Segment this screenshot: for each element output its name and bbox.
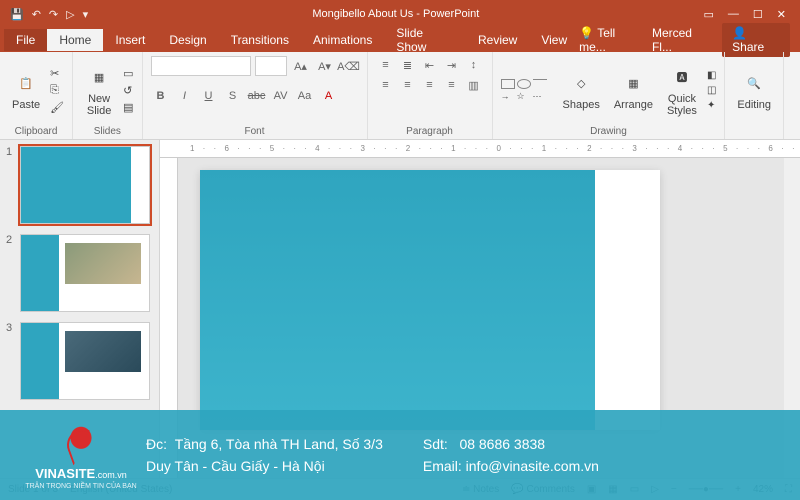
tab-transitions[interactable]: Transitions: [219, 29, 301, 51]
reset-icon[interactable]: ↺: [123, 84, 133, 97]
window-title: Mongibello About Us - PowerPoint: [88, 8, 703, 20]
shadow-button[interactable]: S: [223, 86, 243, 106]
shape-fill-icon[interactable]: ◧: [707, 70, 716, 81]
new-slide-button[interactable]: ▦ New Slide: [81, 61, 117, 119]
tab-file[interactable]: File: [4, 29, 47, 51]
shrink-font-icon[interactable]: A▾: [315, 56, 335, 76]
ribbon: 📋 Paste ✂ ⎘ 🖌 Clipboard ▦ New Slide ▭ ↺ …: [0, 52, 800, 140]
clipboard-icon: 📋: [12, 69, 40, 97]
group-editing: 🔍 Editing: [725, 52, 784, 139]
align-right-icon[interactable]: ≡: [420, 76, 440, 94]
font-size-input[interactable]: [255, 56, 287, 76]
justify-icon[interactable]: ≡: [442, 76, 462, 94]
thumb-number: 3: [6, 322, 16, 400]
close-icon[interactable]: ✕: [777, 8, 786, 21]
increase-indent-icon[interactable]: ⇥: [442, 56, 462, 74]
shape-oval-icon[interactable]: [517, 79, 531, 89]
slide-canvas[interactable]: [200, 170, 660, 430]
underline-button[interactable]: U: [199, 86, 219, 106]
tab-insert[interactable]: Insert: [103, 29, 157, 51]
horizontal-ruler: 1 · · 6 · · · 5 · · · 4 · · · 3 · · · 2 …: [160, 140, 800, 158]
tab-animations[interactable]: Animations: [301, 29, 384, 51]
grow-font-icon[interactable]: A▴: [291, 56, 311, 76]
vinasite-logo: VINASITE.com.vn TRÂN TRỌNG NIỀM TIN CỦA …: [16, 421, 146, 490]
font-family-input[interactable]: [151, 56, 251, 76]
align-left-icon[interactable]: ≡: [376, 76, 396, 94]
group-slides: ▦ New Slide ▭ ↺ ▤ Slides: [73, 52, 142, 139]
thumb-number: 2: [6, 234, 16, 312]
shape-effects-icon[interactable]: ✦: [707, 100, 716, 111]
shape-star-icon[interactable]: ☆: [517, 91, 531, 102]
quick-styles-icon: 🅰: [668, 63, 696, 91]
format-painter-icon[interactable]: 🖌: [50, 101, 64, 114]
paste-button[interactable]: 📋 Paste: [8, 67, 44, 113]
group-drawing: → ☆ ⋯ ◇Shapes ▦Arrange 🅰Quick Styles ◧ ◫…: [493, 52, 726, 139]
arrange-button[interactable]: ▦Arrange: [610, 67, 657, 113]
menu-bar: File Home Insert Design Transitions Anim…: [0, 28, 800, 52]
arrange-icon: ▦: [619, 69, 647, 97]
tab-review[interactable]: Review: [466, 29, 529, 51]
shapes-icon: ◇: [567, 69, 595, 97]
save-icon[interactable]: 💾: [10, 8, 24, 21]
clear-format-icon[interactable]: A⌫: [339, 56, 359, 76]
align-center-icon[interactable]: ≡: [398, 76, 418, 94]
char-spacing-button[interactable]: AV: [271, 86, 291, 106]
maximize-icon[interactable]: ☐: [753, 8, 763, 21]
undo-icon[interactable]: ↶: [32, 8, 41, 21]
watermark-overlay: VINASITE.com.vn TRÂN TRỌNG NIỀM TIN CỦA …: [0, 410, 800, 500]
shape-arrow-icon[interactable]: →: [501, 91, 515, 102]
redo-icon[interactable]: ↷: [49, 8, 58, 21]
tab-home[interactable]: Home: [47, 29, 103, 51]
thumbnail-1[interactable]: [20, 146, 150, 224]
start-icon[interactable]: ▷: [66, 8, 74, 21]
editing-button[interactable]: 🔍 Editing: [733, 67, 775, 113]
tell-me[interactable]: 💡 Tell me...: [579, 26, 642, 54]
bullets-icon[interactable]: ≡: [376, 56, 396, 74]
quick-access-toolbar: 💾 ↶ ↷ ▷ ▾: [0, 8, 88, 21]
window-controls: ▭ — ☐ ✕: [704, 8, 800, 21]
decrease-indent-icon[interactable]: ⇤: [420, 56, 440, 74]
section-icon[interactable]: ▤: [123, 101, 133, 114]
tab-design[interactable]: Design: [157, 29, 218, 51]
numbering-icon[interactable]: ≣: [398, 56, 418, 74]
layout-icon[interactable]: ▭: [123, 67, 133, 80]
shape-outline-icon[interactable]: ◫: [707, 85, 716, 96]
font-color-icon[interactable]: A: [319, 86, 339, 106]
tab-view[interactable]: View: [529, 29, 579, 51]
strike-button[interactable]: abc: [247, 86, 267, 106]
thumb-number: 1: [6, 146, 16, 224]
italic-button[interactable]: I: [175, 86, 195, 106]
slide-shape[interactable]: [200, 170, 595, 430]
shape-line-icon[interactable]: [533, 79, 547, 89]
line-spacing-icon[interactable]: ↕: [464, 56, 484, 74]
group-font: A▴ A▾ A⌫ B I U S abc AV Aa A Font: [143, 52, 368, 139]
address-block: Đc: Tầng 6, Tòa nhà TH Land, Số 3/3 Duy …: [146, 433, 383, 478]
cut-icon[interactable]: ✂: [50, 67, 64, 80]
change-case-icon[interactable]: Aa: [295, 86, 315, 106]
find-icon: 🔍: [740, 69, 768, 97]
minimize-icon[interactable]: —: [728, 8, 739, 21]
bold-button[interactable]: B: [151, 86, 171, 106]
quick-styles-button[interactable]: 🅰Quick Styles: [663, 61, 701, 119]
shape-rect-icon[interactable]: [501, 79, 515, 89]
thumbnail-2[interactable]: [20, 234, 150, 312]
group-clipboard: 📋 Paste ✂ ⎘ 🖌 Clipboard: [0, 52, 73, 139]
contact-block: Sdt: 08 8686 3838 Email: info@vinasite.c…: [423, 433, 599, 478]
shape-more-icon[interactable]: ⋯: [533, 91, 547, 102]
logo-mark-icon: [57, 421, 105, 463]
thumbnail-3[interactable]: [20, 322, 150, 400]
columns-icon[interactable]: ▥: [464, 76, 484, 94]
new-slide-icon: ▦: [85, 63, 113, 91]
qat-more-icon[interactable]: ▾: [83, 8, 89, 21]
shapes-button[interactable]: ◇Shapes: [559, 67, 604, 113]
copy-icon[interactable]: ⎘: [50, 84, 64, 97]
ribbon-options-icon[interactable]: ▭: [704, 8, 714, 21]
account-user[interactable]: Merced Fl...: [652, 26, 712, 54]
group-paragraph: ≡ ≣ ⇤ ⇥ ↕ ≡ ≡ ≡ ≡ ▥ Paragraph: [368, 52, 493, 139]
